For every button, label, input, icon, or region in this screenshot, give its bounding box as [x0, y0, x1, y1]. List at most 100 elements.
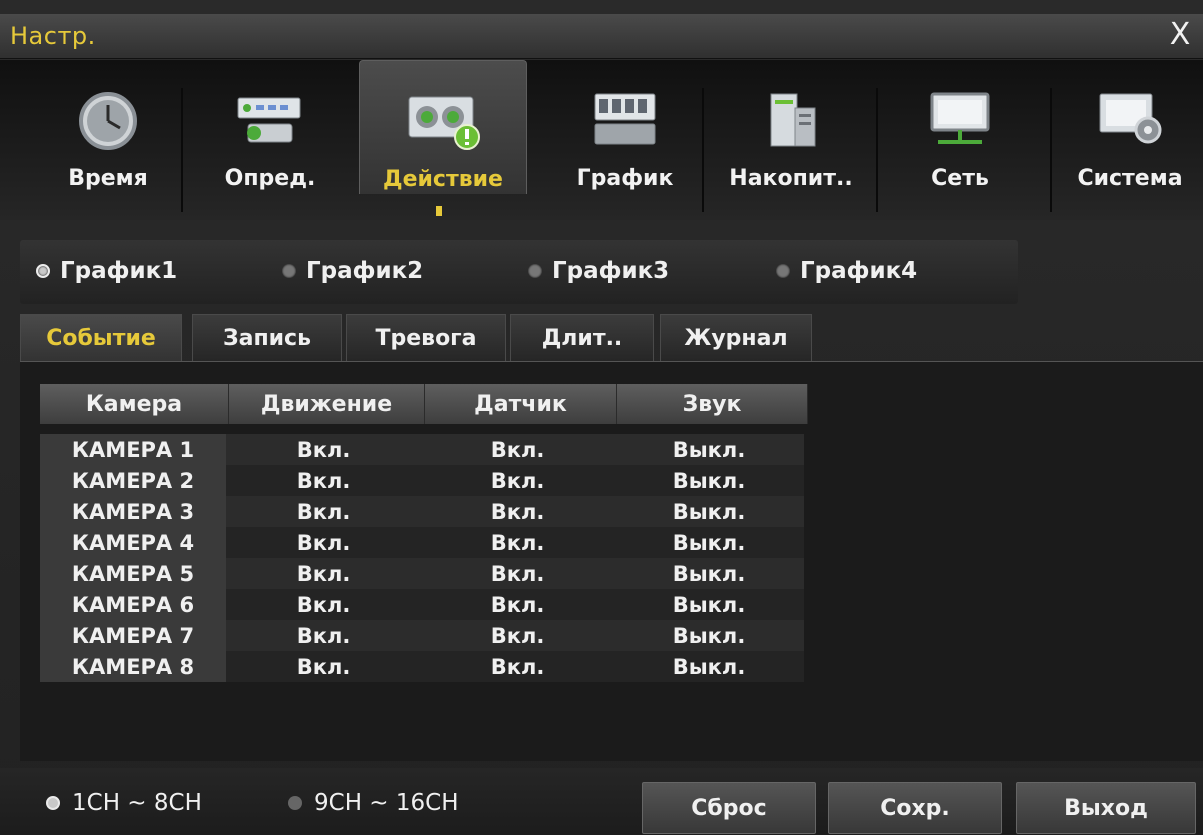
sensor-cell[interactable]: Вкл. — [421, 434, 614, 465]
channel-radio-9-16[interactable]: 9CH ~ 16CH — [288, 790, 459, 816]
schedule-radio-4[interactable]: График4 — [776, 258, 917, 284]
schedule-radio-1[interactable]: График1 — [36, 258, 177, 284]
sensor-cell[interactable]: Вкл. — [421, 465, 614, 496]
motion-cell[interactable]: Вкл. — [226, 558, 421, 589]
menu-item-network[interactable]: Сеть — [890, 86, 1030, 214]
settings-window: Настр. X Время Опред. Действие График На… — [0, 0, 1203, 835]
sensor-cell[interactable]: Вкл. — [421, 589, 614, 620]
system-icon — [1099, 93, 1162, 144]
camera-name: КАМЕРА 2 — [40, 465, 226, 496]
tab-log[interactable]: Журнал — [660, 314, 812, 361]
sensor-cell[interactable]: Вкл. — [421, 620, 614, 651]
motion-cell[interactable]: Вкл. — [226, 465, 421, 496]
camera-name: КАМЕРА 3 — [40, 496, 226, 527]
schedule-label: График3 — [552, 258, 670, 284]
tab-record[interactable]: Запись — [192, 314, 342, 361]
camera-action-table: Камера Движение Датчик Звук КАМЕРА 1 Вкл… — [20, 361, 1203, 761]
tab-duration[interactable]: Длит.. — [510, 314, 654, 361]
table-row: КАМЕРА 5 Вкл. Вкл. Выкл. — [40, 558, 804, 589]
audio-cell[interactable]: Выкл. — [614, 620, 804, 651]
network-icon — [930, 92, 990, 144]
menu-label-network: Сеть — [931, 166, 989, 191]
tab-event[interactable]: Событие — [20, 314, 182, 361]
audio-cell[interactable]: Выкл. — [614, 651, 804, 682]
save-button[interactable]: Сохр. — [828, 782, 1002, 834]
camera-name: КАМЕРА 1 — [40, 434, 226, 465]
schedule-label: График1 — [60, 258, 178, 284]
motion-cell[interactable]: Вкл. — [226, 651, 421, 682]
camera-name: КАМЕРА 4 — [40, 527, 226, 558]
motion-cell[interactable]: Вкл. — [226, 620, 421, 651]
table-row: КАМЕРА 4 Вкл. Вкл. Выкл. — [40, 527, 804, 558]
motion-cell[interactable]: Вкл. — [226, 434, 421, 465]
menu-divider — [181, 88, 183, 212]
action-icon — [408, 96, 480, 150]
clock-icon — [79, 92, 137, 150]
audio-cell[interactable]: Выкл. — [614, 589, 804, 620]
table-header: Камера Движение Датчик Звук — [40, 384, 808, 424]
menu-divider — [1050, 88, 1052, 212]
menu-divider — [702, 88, 704, 212]
radio-dot-icon — [528, 264, 542, 278]
window-title: Настр. — [10, 22, 96, 50]
storage-icon — [770, 93, 816, 147]
table-row: КАМЕРА 7 Вкл. Вкл. Выкл. — [40, 620, 804, 651]
audio-cell[interactable]: Выкл. — [614, 465, 804, 496]
channel-label: 1CH ~ 8CH — [72, 790, 202, 816]
column-header-motion: Движение — [229, 384, 425, 424]
title-bar: Настр. X — [0, 14, 1203, 59]
table-row: КАМЕРА 3 Вкл. Вкл. Выкл. — [40, 496, 804, 527]
table-row: КАМЕРА 6 Вкл. Вкл. Выкл. — [40, 589, 804, 620]
radio-dot-icon — [776, 264, 790, 278]
motion-cell[interactable]: Вкл. — [226, 496, 421, 527]
menu-item-storage[interactable]: Накопит.. — [706, 86, 876, 214]
sensor-cell[interactable]: Вкл. — [421, 527, 614, 558]
camera-name: КАМЕРА 8 — [40, 651, 226, 682]
active-menu-indicator — [436, 206, 442, 216]
channel-radio-1-8[interactable]: 1CH ~ 8CH — [46, 790, 202, 816]
audio-cell[interactable]: Выкл. — [614, 434, 804, 465]
menu-item-setup[interactable]: Опред. — [200, 86, 340, 214]
sensor-cell[interactable]: Вкл. — [421, 496, 614, 527]
radio-dot-icon — [288, 796, 302, 810]
menu-item-system[interactable]: Система — [1060, 86, 1200, 214]
sensor-cell[interactable]: Вкл. — [421, 651, 614, 682]
menu-label-storage: Накопит.. — [729, 166, 853, 191]
schedule-label: График4 — [800, 258, 918, 284]
close-icon[interactable]: X — [1163, 18, 1197, 52]
menu-label-system: Система — [1077, 166, 1183, 191]
motion-cell[interactable]: Вкл. — [226, 589, 421, 620]
menu-label-schedule: График — [576, 166, 674, 191]
menu-item-action[interactable]: Действие — [359, 60, 527, 194]
menu-label-setup: Опред. — [224, 166, 316, 191]
menu-item-schedule[interactable]: График — [555, 86, 695, 214]
menu-label-action: Действие — [383, 167, 503, 192]
menu-label-time: Время — [68, 166, 148, 191]
camera-name: КАМЕРА 6 — [40, 589, 226, 620]
camera-name: КАМЕРА 7 — [40, 620, 226, 651]
column-header-audio: Звук — [617, 384, 808, 424]
table-row: КАМЕРА 1 Вкл. Вкл. Выкл. — [40, 434, 804, 465]
sensor-cell[interactable]: Вкл. — [421, 558, 614, 589]
audio-cell[interactable]: Выкл. — [614, 496, 804, 527]
menu-divider — [876, 88, 878, 212]
tab-alarm[interactable]: Тревога — [346, 314, 506, 361]
schedule-icon — [594, 93, 656, 145]
bottom-bar: 1CH ~ 8CH 9CH ~ 16CH Сброс Сохр. Выход — [0, 768, 1203, 835]
radio-dot-icon — [46, 796, 60, 810]
exit-button[interactable]: Выход — [1016, 782, 1196, 834]
camera-setup-icon — [237, 97, 301, 143]
audio-cell[interactable]: Выкл. — [614, 527, 804, 558]
menu-item-time[interactable]: Время — [38, 86, 178, 214]
table-row: КАМЕРА 8 Вкл. Вкл. Выкл. — [40, 651, 804, 682]
table-row: КАМЕРА 2 Вкл. Вкл. Выкл. — [40, 465, 804, 496]
motion-cell[interactable]: Вкл. — [226, 527, 421, 558]
channel-label: 9CH ~ 16CH — [314, 790, 459, 816]
schedule-radio-3[interactable]: График3 — [528, 258, 669, 284]
audio-cell[interactable]: Выкл. — [614, 558, 804, 589]
column-header-sensor: Датчик — [425, 384, 617, 424]
schedule-radio-2[interactable]: График2 — [282, 258, 423, 284]
reset-button[interactable]: Сброс — [642, 782, 816, 834]
column-header-camera: Камера — [40, 384, 229, 424]
content-area: График1 График2 График3 График4 Событие … — [20, 240, 1203, 761]
